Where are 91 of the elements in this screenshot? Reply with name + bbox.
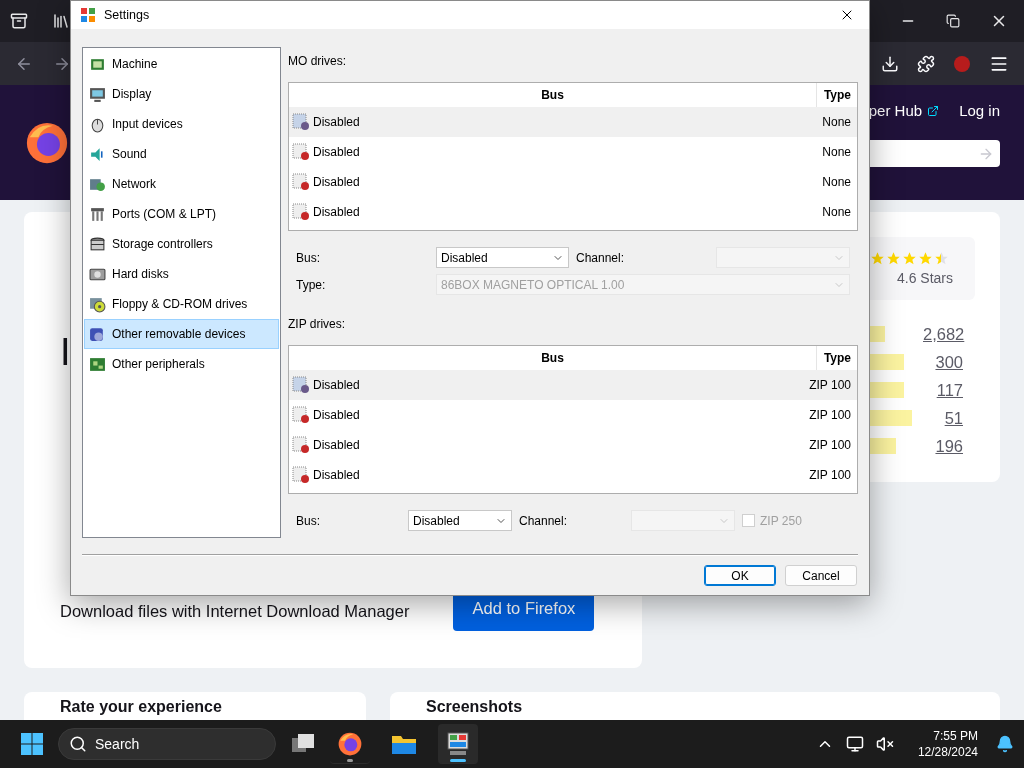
table-cell: None (822, 145, 851, 159)
table-cell: ZIP 100 (809, 438, 851, 452)
table-cell: None (822, 115, 851, 129)
download-icon[interactable] (881, 54, 899, 73)
dialog-button[interactable]: Cancel (785, 565, 857, 586)
star-icon (870, 251, 885, 266)
category-item[interactable]: Machine (84, 49, 279, 79)
app-icon (80, 7, 96, 23)
table-cell: Disabled (313, 438, 360, 452)
category-item[interactable]: Other removable devices (84, 319, 279, 349)
count-link[interactable]: 117 (923, 380, 963, 400)
drive-icon (292, 203, 310, 221)
drive-icon (292, 406, 310, 424)
tab-list-icon[interactable] (10, 12, 28, 30)
category-item[interactable]: Floppy & CD-ROM drives (84, 289, 279, 319)
taskbar-app[interactable] (438, 724, 478, 764)
drive-icon (292, 376, 310, 394)
volume-muted-icon[interactable] (875, 735, 894, 753)
category-item[interactable]: Display (84, 79, 279, 109)
table-cell: ZIP 100 (809, 378, 851, 392)
field-label: Bus: (296, 250, 321, 265)
drive-icon (292, 466, 310, 484)
category-item[interactable]: Ports (COM & LPT) (84, 199, 279, 229)
drive-row[interactable]: Disabled ZIP 100 (289, 370, 857, 400)
section-title: Screenshots (426, 698, 523, 715)
column-header: Bus (540, 87, 565, 104)
star-icon (934, 251, 949, 266)
external-link-icon (927, 104, 940, 117)
nav-link[interactable]: per Hub (868, 102, 940, 119)
speaker-icon (89, 145, 106, 163)
puzzle-icon[interactable] (917, 54, 935, 73)
database-icon (89, 235, 106, 253)
table-cell: Disabled (313, 115, 360, 129)
star-icon (886, 251, 901, 266)
fox-globe-icon (337, 730, 363, 757)
category-item[interactable]: Hard disks (84, 259, 279, 289)
computer-icon (446, 730, 470, 757)
group-label: MO drives: (288, 54, 347, 68)
rating-caption: 4.6 Stars (896, 270, 953, 286)
heading-text: I (60, 330, 71, 375)
table-cell: Disabled (313, 408, 360, 422)
notification-bell-icon[interactable] (996, 735, 1014, 753)
taskbar-search[interactable]: Search (58, 728, 276, 760)
bus-dropdown[interactable]: Disabled (408, 510, 512, 531)
drive-icon (292, 113, 310, 131)
column-header: Bus (540, 350, 565, 367)
table-cell: Disabled (313, 175, 360, 189)
circuit-board-icon (89, 355, 106, 373)
count-link[interactable]: 51 (923, 408, 963, 428)
category-item[interactable]: Storage controllers (84, 229, 279, 259)
count-link[interactable]: 300 (923, 352, 963, 372)
table-cell: Disabled (313, 468, 360, 482)
table-cell: None (822, 175, 851, 189)
library-icon[interactable] (52, 12, 70, 30)
table-cell: Disabled (313, 145, 360, 159)
windows-start-icon[interactable] (20, 732, 44, 756)
count-link[interactable]: 196 (923, 436, 963, 456)
clock[interactable]: 7:55 PM 12/28/2024 (917, 728, 978, 760)
count-link[interactable]: 2,682 (923, 324, 963, 344)
star-icon (918, 251, 933, 266)
drive-row[interactable]: Disabled None (289, 107, 857, 137)
star-icon (902, 251, 917, 266)
monitor-icon (89, 85, 106, 103)
drive-icon (292, 173, 310, 191)
description-text: Download files with Internet Download Manager (60, 600, 410, 621)
removable-drive-icon (89, 325, 106, 343)
port-icon (89, 205, 106, 223)
search-icon (69, 735, 87, 753)
group-label: ZIP drives: (288, 317, 347, 331)
field-label: Channel: (576, 250, 626, 265)
table-cell: ZIP 100 (809, 468, 851, 482)
bus-dropdown[interactable]: Disabled (436, 247, 569, 268)
field-label: Channel: (519, 513, 569, 528)
table-cell: None (822, 205, 851, 219)
restore-icon[interactable] (946, 14, 960, 28)
category-item[interactable]: Network (84, 169, 279, 199)
category-item[interactable]: Other peripherals (84, 349, 279, 379)
drive-icon (292, 436, 310, 454)
table-cell: Disabled (313, 378, 360, 392)
category-item[interactable]: Input devices (84, 109, 279, 139)
table-cell: Disabled (313, 205, 360, 219)
section-title: Rate your experience (60, 698, 222, 715)
field-label: Bus: (296, 513, 321, 528)
drive-icon (292, 143, 310, 161)
category-item[interactable]: Sound (84, 139, 279, 169)
window-title: Settings (104, 8, 150, 22)
table-cell: ZIP 100 (809, 408, 851, 422)
dialog-button[interactable]: OK (704, 565, 776, 586)
disc-icon (89, 295, 106, 313)
field-label: Type: (296, 277, 327, 292)
nav-link[interactable]: Log in (959, 102, 1000, 119)
